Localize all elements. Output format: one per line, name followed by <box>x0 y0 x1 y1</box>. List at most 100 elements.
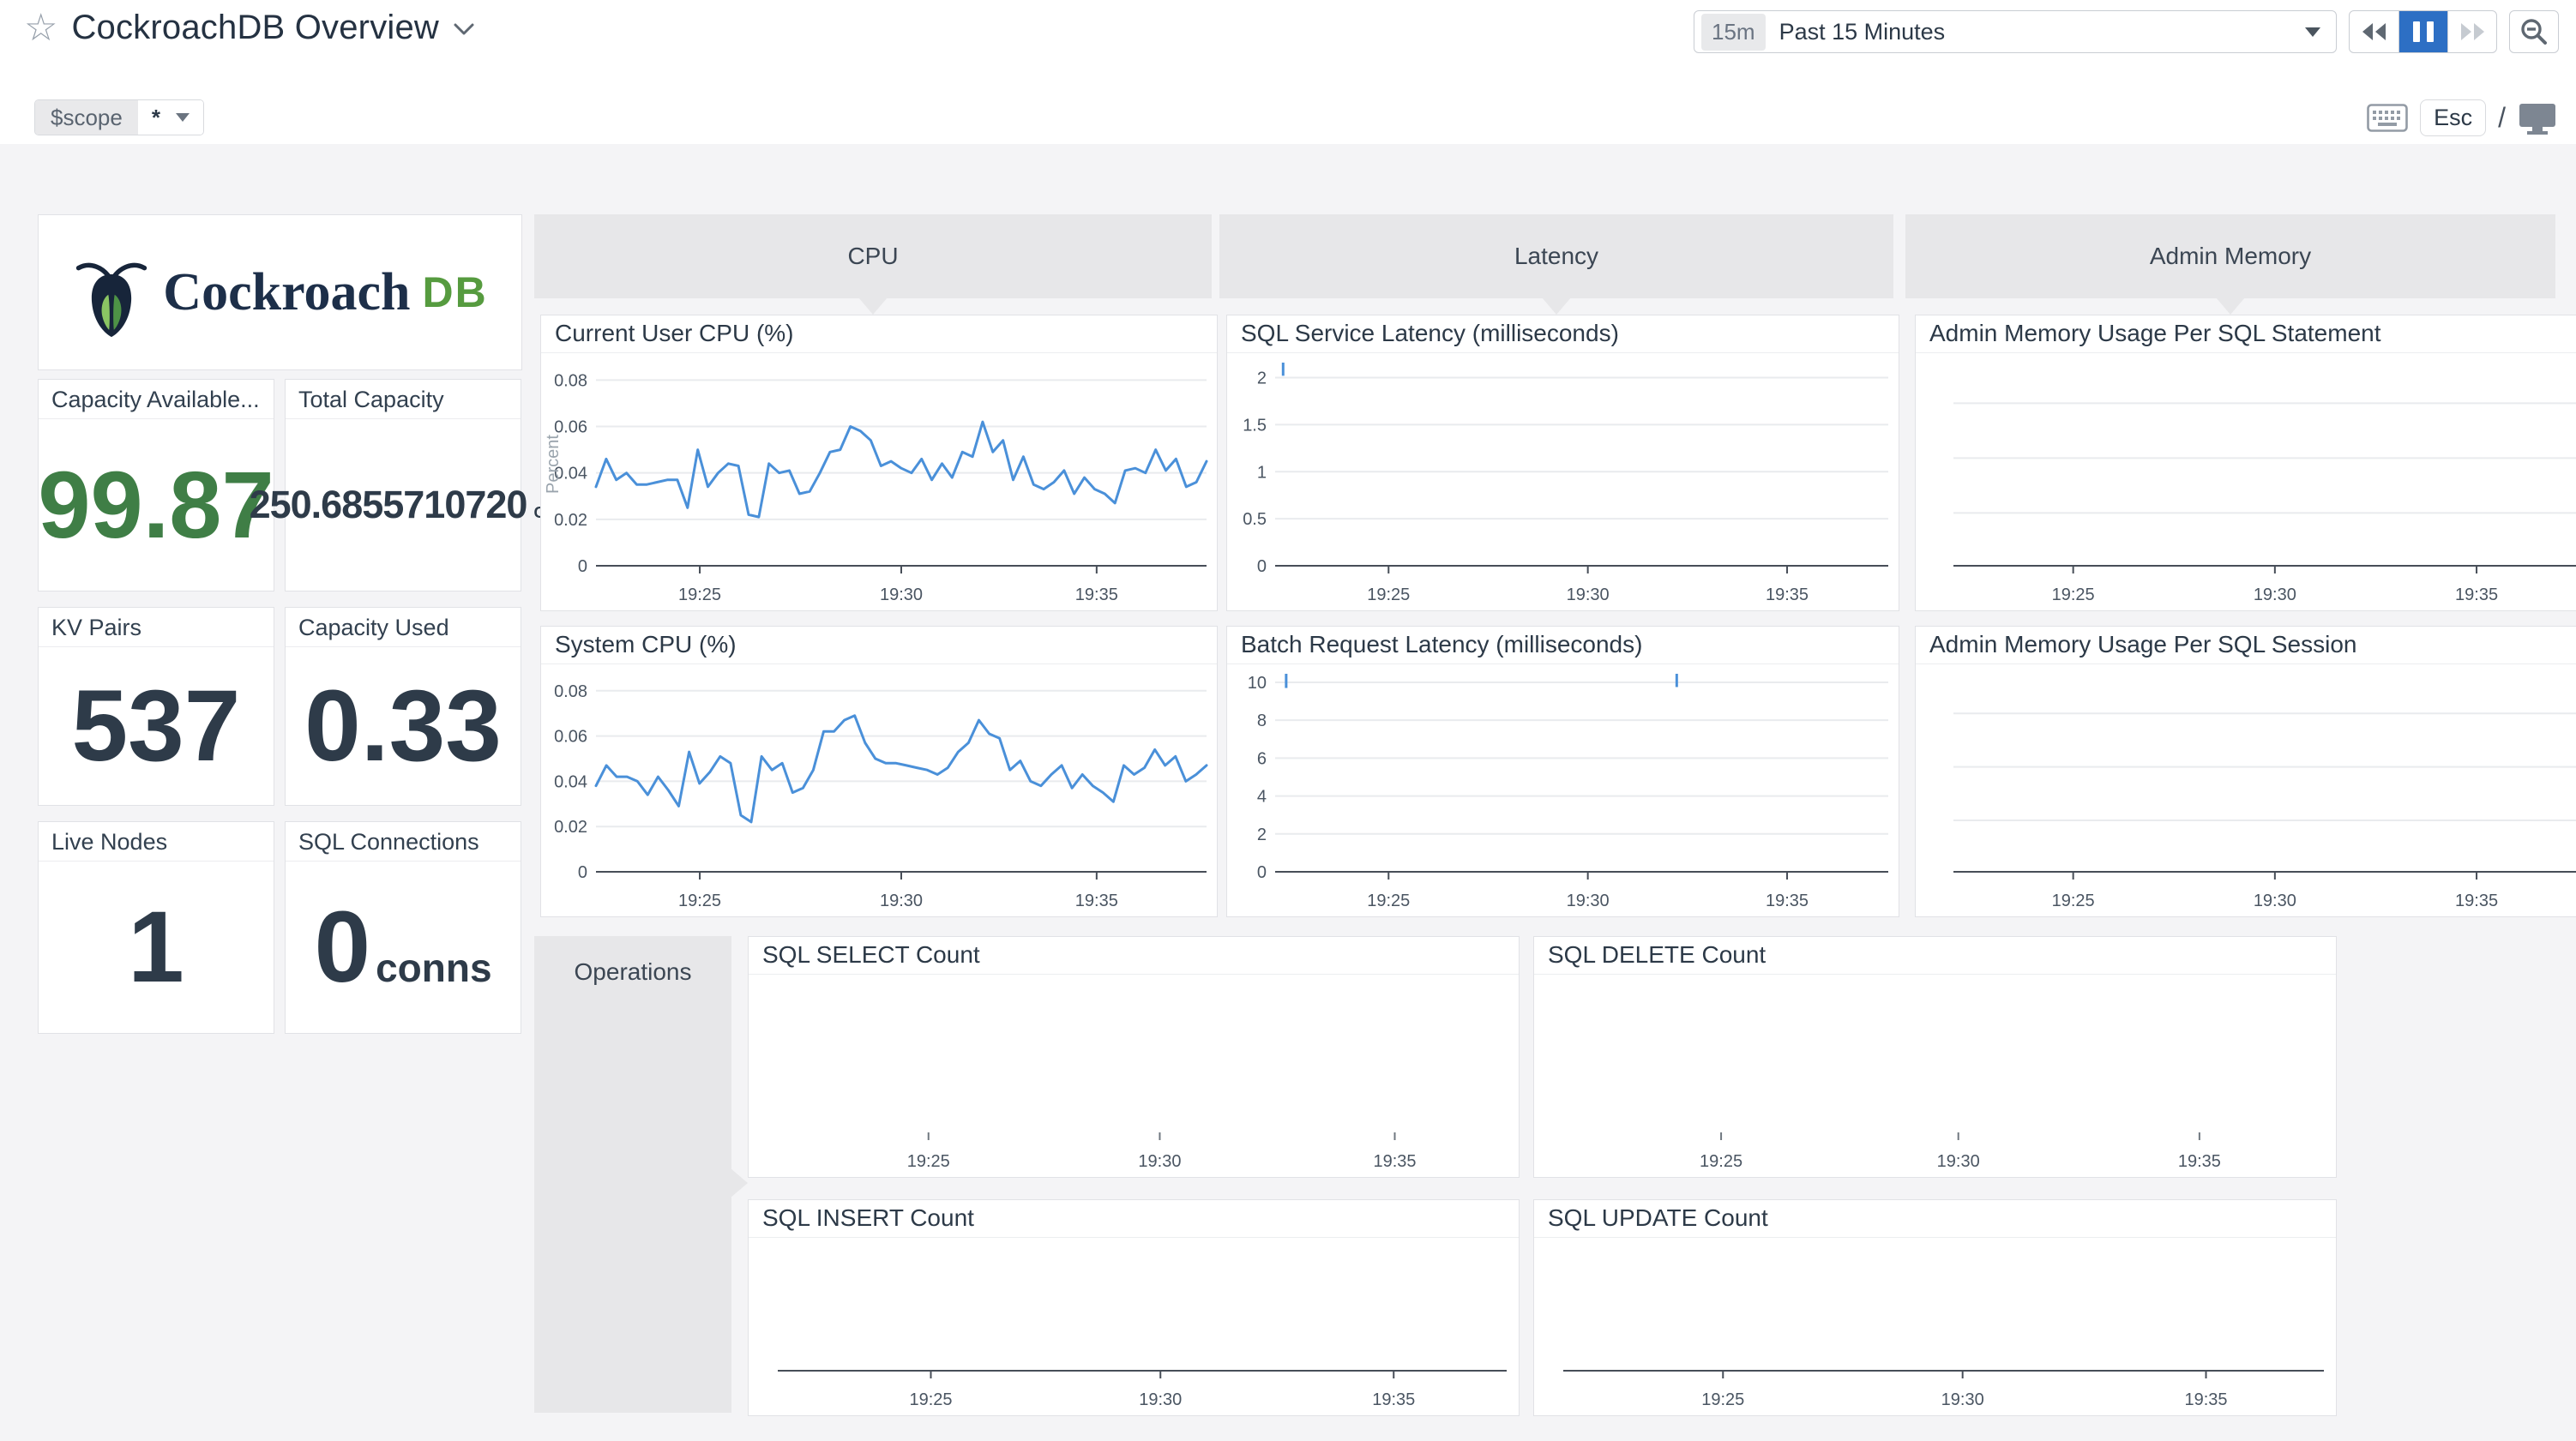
svg-text:19:30: 19:30 <box>1937 1152 1980 1171</box>
stat-title: Capacity Available... <box>39 380 274 419</box>
stat-title: Total Capacity <box>286 380 521 419</box>
chart-title: Admin Memory Usage Per SQL Session <box>1916 627 2576 664</box>
stat-card-live-nodes: Live Nodes 1 <box>38 821 274 1034</box>
svg-text:19:25: 19:25 <box>678 585 721 604</box>
svg-text:0: 0 <box>1257 863 1267 882</box>
svg-text:0.02: 0.02 <box>554 511 587 530</box>
admin-memory-statement-plot[interactable]: 19:25 19:30 19:35 <box>1916 354 2576 610</box>
stat-title: Capacity Used <box>286 608 521 647</box>
svg-text:19:25: 19:25 <box>2052 585 2095 604</box>
svg-text:19:25: 19:25 <box>2052 892 2095 910</box>
batch-request-latency-plot[interactable]: 024681019:2519:3019:35 <box>1227 665 1899 916</box>
svg-text:19:30: 19:30 <box>2254 892 2296 910</box>
svg-text:19:25: 19:25 <box>678 892 721 910</box>
slash-separator: / <box>2498 102 2506 134</box>
svg-text:19:30: 19:30 <box>1139 1390 1182 1409</box>
rewind-button[interactable] <box>2350 11 2398 52</box>
stat-card-capacity-used: Capacity Used 0.33 <box>285 607 521 806</box>
svg-text:19:35: 19:35 <box>2184 1390 2227 1409</box>
shortcut-hints: Esc / <box>2367 99 2557 136</box>
esc-key-badge[interactable]: Esc <box>2420 99 2486 136</box>
cockroachdb-logo-card: Cockroach DB <box>38 214 522 370</box>
stat-value: 537 <box>72 669 241 783</box>
svg-text:0: 0 <box>578 557 587 576</box>
stat-unit: conns <box>376 946 491 990</box>
logo-suffix: DB <box>422 267 487 317</box>
chart-card-system-cpu: System CPU (%) 00.020.040.060.0819:2519:… <box>540 626 1218 917</box>
admin-memory-session-plot[interactable]: 19:25 19:30 19:35 <box>1916 665 2576 916</box>
svg-text:19:35: 19:35 <box>2178 1152 2221 1171</box>
svg-text:19:30: 19:30 <box>1138 1152 1181 1171</box>
group-header-admin-memory[interactable]: Admin Memory <box>1905 214 2555 298</box>
chart-title: SQL Service Latency (milliseconds) <box>1227 315 1899 353</box>
svg-text:19:35: 19:35 <box>1373 1152 1416 1171</box>
template-variable-scope[interactable]: $scope * <box>34 99 204 135</box>
group-header-latency[interactable]: Latency <box>1219 214 1893 298</box>
chart-title: System CPU (%) <box>541 627 1217 664</box>
svg-text:0.08: 0.08 <box>554 682 587 701</box>
chart-title: Batch Request Latency (milliseconds) <box>1227 627 1899 664</box>
svg-text:19:25: 19:25 <box>1367 892 1410 910</box>
stat-value: 1 <box>128 891 184 1004</box>
svg-text:1.5: 1.5 <box>1243 416 1267 435</box>
current-user-cpu-plot[interactable]: 00.020.040.060.0819:2519:3019:35Percent <box>541 354 1217 610</box>
system-cpu-plot[interactable]: 00.020.040.060.0819:2519:3019:35 <box>541 665 1217 916</box>
chart-card-sql-select-count: SQL SELECT Count 19:2519:3019:35 <box>748 936 1520 1178</box>
magnifier-minus-icon <box>2520 18 2548 45</box>
scope-variable-name: $scope <box>35 100 138 135</box>
stat-card-capacity-available: Capacity Available... 99.87 <box>38 379 274 591</box>
sql-service-latency-plot[interactable]: 00.511.5219:2519:3019:35 <box>1227 354 1899 610</box>
svg-text:1: 1 <box>1257 463 1267 482</box>
pause-button[interactable] <box>2398 11 2447 52</box>
svg-text:19:35: 19:35 <box>2455 892 2498 910</box>
svg-text:10: 10 <box>1248 674 1267 693</box>
svg-text:19:25: 19:25 <box>1701 1390 1744 1409</box>
svg-text:19:25: 19:25 <box>907 1152 950 1171</box>
svg-text:19:35: 19:35 <box>2455 585 2498 604</box>
svg-text:19:30: 19:30 <box>880 585 923 604</box>
chart-card-admin-memory-statement: Admin Memory Usage Per SQL Statement 19:… <box>1915 315 2576 611</box>
stat-value: 99.87 <box>38 453 274 558</box>
svg-text:19:30: 19:30 <box>1567 892 1610 910</box>
time-range-picker[interactable]: 15m Past 15 Minutes <box>1694 10 2337 53</box>
chart-title: SQL INSERT Count <box>749 1200 1519 1238</box>
svg-text:19:35: 19:35 <box>1075 585 1118 604</box>
fast-forward-button[interactable] <box>2447 11 2496 52</box>
svg-text:8: 8 <box>1257 711 1267 730</box>
header-right: 15m Past 15 Minutes <box>1694 10 2559 53</box>
group-header-cpu[interactable]: CPU <box>534 214 1212 298</box>
stat-title: Live Nodes <box>39 822 274 862</box>
chart-title: SQL DELETE Count <box>1534 937 2336 975</box>
stat-title: KV Pairs <box>39 608 274 647</box>
stat-value: 250.6855710720 <box>250 483 527 526</box>
svg-text:0.04: 0.04 <box>554 772 587 791</box>
stat-title: SQL Connections <box>286 822 521 862</box>
svg-text:0.02: 0.02 <box>554 818 587 837</box>
stat-value: 0.33 <box>304 669 502 783</box>
svg-text:19:30: 19:30 <box>1941 1390 1984 1409</box>
zoom-out-button[interactable] <box>2509 10 2559 53</box>
sql-insert-count-plot[interactable]: 19:2519:3019:35 <box>749 1239 1519 1415</box>
cockroach-bug-icon <box>72 246 151 339</box>
svg-text:19:30: 19:30 <box>880 892 923 910</box>
time-range-badge: 15m <box>1701 14 1766 51</box>
stat-value: 0 <box>314 891 370 1004</box>
title-chevron-down-icon[interactable] <box>453 22 475 40</box>
svg-text:19:30: 19:30 <box>2254 585 2296 604</box>
sql-delete-count-plot[interactable]: 19:2519:3019:35 <box>1534 976 2336 1177</box>
chart-card-sql-delete-count: SQL DELETE Count 19:2519:3019:35 <box>1533 936 2337 1178</box>
sql-select-count-plot[interactable]: 19:25 19:30 19:35 <box>749 976 1519 1177</box>
svg-text:19:25: 19:25 <box>1367 585 1410 604</box>
stat-card-sql-connections: SQL Connections 0conns <box>285 821 521 1034</box>
group-header-operations[interactable]: Operations <box>534 936 731 1413</box>
tv-mode-icon[interactable] <box>2518 102 2557 135</box>
svg-text:19:35: 19:35 <box>1766 585 1809 604</box>
scope-variable-value[interactable]: * <box>138 100 203 135</box>
operations-group-notch <box>731 1168 748 1198</box>
time-range-caret-icon <box>2305 27 2320 37</box>
keyboard-icon[interactable] <box>2367 104 2408 132</box>
sql-update-count-plot[interactable]: 19:25 19:30 19:35 <box>1534 1239 2336 1415</box>
time-range-label: Past 15 Minutes <box>1779 19 2305 45</box>
chart-title: SQL UPDATE Count <box>1534 1200 2336 1238</box>
favorite-star-icon[interactable]: ☆ <box>24 9 57 47</box>
